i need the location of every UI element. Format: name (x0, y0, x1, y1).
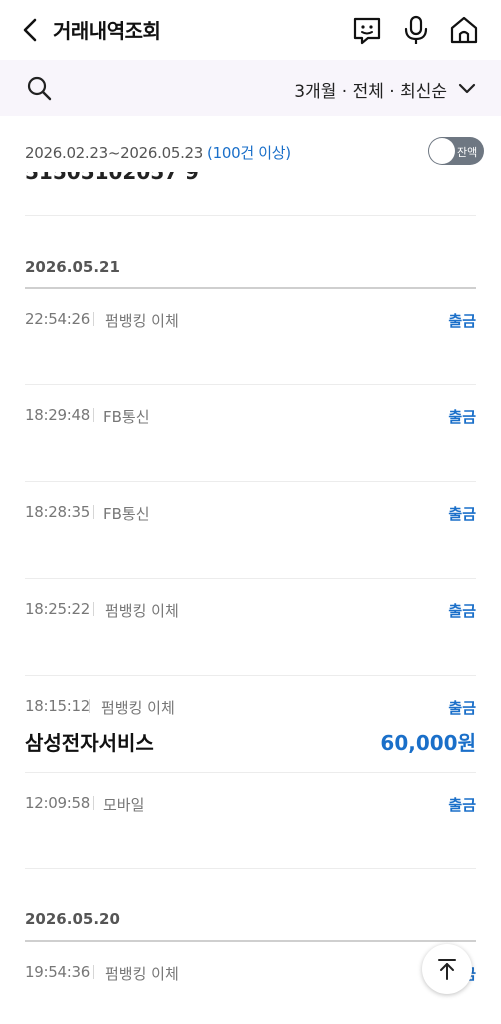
microphone-icon[interactable] (400, 14, 432, 46)
transaction-kind: 출금 (448, 796, 476, 814)
arrow-up-icon (438, 959, 456, 980)
row-divider (25, 675, 476, 676)
scrolled-item-text: 51505102057 9 (25, 172, 199, 184)
filter-bar: 3개월 · 전체 · 최신순 (0, 60, 501, 116)
toggle-label: 잔액 (457, 146, 478, 159)
separator (93, 408, 94, 422)
transaction-type: FB통신 (103, 408, 150, 426)
transaction-amount: 60,000원 (380, 731, 476, 755)
transaction-type: 펌뱅킹 이체 (105, 965, 179, 983)
transaction-time: 18:28:35 (25, 503, 90, 521)
transaction-count: (100건 이상) (207, 144, 291, 162)
date-divider (25, 287, 476, 289)
filter-summary[interactable]: 3개월 · 전체 · 최신순 (294, 77, 447, 102)
home-icon[interactable] (448, 14, 480, 46)
transaction-time: 19:54:36 (25, 963, 90, 981)
toggle-knob (429, 138, 455, 164)
app-header: 거래내역조회 (0, 0, 501, 60)
transaction-kind: 출금 (448, 312, 476, 330)
transaction-name: 삼성전자서비스 (25, 731, 154, 755)
transaction-kind: 출금 (448, 602, 476, 620)
period-info: 2026.02.23~2026.05.23 (100건 이상) (25, 142, 291, 163)
separator (93, 796, 94, 810)
date-divider (25, 940, 476, 942)
separator (93, 602, 94, 616)
separator (93, 505, 94, 519)
transaction-type: 펌뱅킹 이체 (105, 312, 179, 330)
transaction-time: 18:25:22 (25, 600, 90, 618)
date-header: 2026.05.21 (25, 258, 120, 276)
separator (89, 699, 90, 713)
row-divider (25, 868, 476, 869)
transaction-time: 22:54:26 (25, 310, 90, 328)
chat-icon[interactable] (351, 14, 383, 46)
scroll-to-top-button[interactable] (422, 944, 472, 994)
separator (93, 312, 94, 326)
row-divider (25, 772, 476, 773)
chevron-down-icon[interactable] (457, 79, 477, 99)
page-title: 거래내역조회 (53, 19, 161, 43)
back-arrow-icon[interactable] (18, 16, 44, 44)
row-divider (25, 215, 476, 216)
transaction-kind: 출금 (448, 699, 476, 717)
row-divider (25, 384, 476, 385)
transaction-kind: 출금 (448, 505, 476, 523)
period-range: 2026.02.23~2026.05.23 (25, 144, 204, 162)
balance-toggle[interactable]: 잔액 (428, 137, 484, 165)
separator (93, 965, 94, 979)
transaction-kind: 출금 (448, 408, 476, 426)
transaction-type: 모바일 (103, 796, 145, 814)
row-divider (25, 481, 476, 482)
row-divider (25, 578, 476, 579)
transaction-time: 12:09:58 (25, 794, 90, 812)
transaction-type: FB통신 (103, 505, 150, 523)
transaction-time: 18:15:12 (25, 697, 90, 715)
date-header: 2026.05.20 (25, 910, 120, 928)
search-icon[interactable] (26, 75, 52, 101)
transaction-time: 18:29:48 (25, 406, 90, 424)
transaction-type: 펌뱅킹 이체 (105, 602, 179, 620)
transaction-type: 펌뱅킹 이체 (101, 699, 175, 717)
